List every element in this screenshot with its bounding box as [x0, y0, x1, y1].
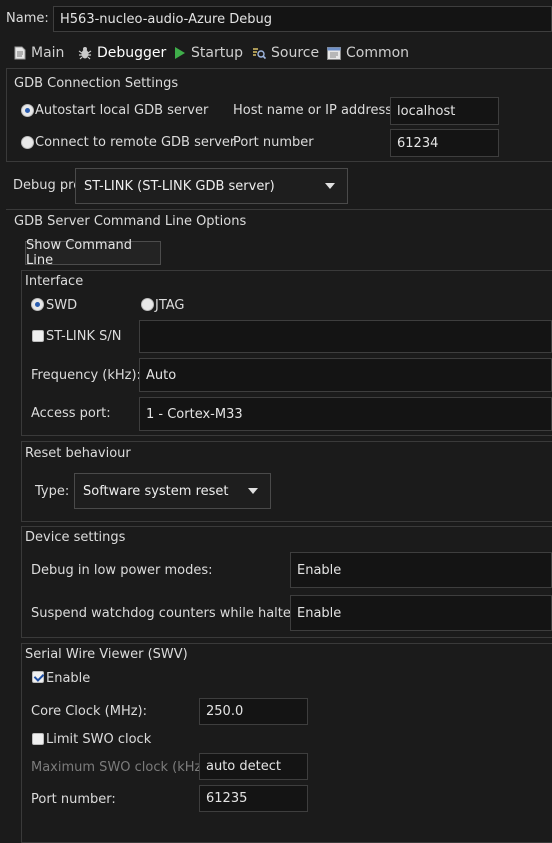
low-power-label: Debug in low power modes: — [31, 563, 213, 578]
tab-debugger-label: Debugger — [97, 45, 167, 61]
common-tab-icon — [327, 46, 341, 60]
config-name-value: H563-nucleo-audio-Azure Debug — [60, 11, 272, 27]
watchdog-field[interactable]: Enable — [290, 595, 552, 631]
swv-port-label: Port number: — [31, 792, 116, 807]
access-port-value: 1 - Cortex-M33 — [146, 406, 243, 422]
access-port-field[interactable]: 1 - Cortex-M33 — [139, 397, 552, 431]
source-lookup-icon — [253, 48, 266, 60]
chevron-down-icon — [248, 488, 258, 494]
swd-label: SWD — [46, 298, 78, 313]
port-field[interactable]: 61234 — [390, 129, 499, 157]
core-clock-value: 250.0 — [206, 704, 244, 719]
name-label: Name: — [6, 11, 49, 26]
port-label: Port number — [233, 135, 314, 150]
show-command-line-button[interactable]: Show Command Line — [25, 238, 161, 268]
interface-title: Interface — [25, 274, 84, 289]
jtag-label: JTAG — [155, 298, 185, 313]
tab-common[interactable]: Common — [327, 43, 409, 63]
stlink-sn-checkbox[interactable] — [32, 330, 44, 342]
tab-common-label: Common — [346, 45, 410, 61]
autostart-radio[interactable] — [21, 104, 34, 117]
max-swo-value: auto detect — [206, 759, 281, 774]
port-value: 61234 — [397, 135, 439, 151]
tab-startup-label: Startup — [191, 45, 243, 61]
watchdog-value: Enable — [297, 605, 342, 621]
swv-enable-label: Enable — [46, 671, 91, 686]
watchdog-label: Suspend watchdog counters while halted: — [31, 606, 304, 621]
tab-main-label: Main — [31, 45, 65, 61]
reset-title: Reset behaviour — [25, 446, 131, 461]
play-icon — [175, 47, 185, 59]
limit-swo-label: Limit SWO clock — [46, 732, 152, 747]
document-icon — [14, 46, 26, 60]
chevron-down-icon — [325, 183, 335, 189]
low-power-value: Enable — [297, 562, 342, 578]
host-value: localhost — [397, 103, 456, 119]
jtag-radio[interactable] — [141, 298, 154, 311]
max-swo-label: Maximum SWO clock (kHz): — [31, 760, 211, 775]
remote-radio[interactable] — [21, 136, 34, 149]
server-options-divider — [6, 209, 552, 210]
config-name-field[interactable]: H563-nucleo-audio-Azure Debug — [53, 6, 552, 32]
access-port-label: Access port: — [31, 406, 111, 421]
swv-title: Serial Wire Viewer (SWV) — [25, 647, 188, 662]
swd-radio[interactable] — [31, 298, 44, 311]
core-clock-field[interactable]: 250.0 — [199, 698, 308, 725]
stlink-sn-field[interactable] — [139, 320, 552, 353]
tab-debugger[interactable]: Debugger — [78, 43, 166, 63]
debug-bug-icon — [78, 47, 92, 60]
swv-enable-checkbox[interactable] — [32, 671, 44, 683]
frequency-value: Auto — [146, 367, 177, 383]
swv-port-value: 61235 — [206, 791, 248, 806]
show-command-line-label: Show Command Line — [26, 238, 133, 268]
gdb-connection-title: GDB Connection Settings — [14, 76, 179, 91]
core-clock-label: Core Clock (MHz): — [31, 704, 148, 719]
remote-label: Connect to remote GDB server — [35, 135, 236, 150]
limit-swo-checkbox[interactable] — [32, 733, 44, 745]
frequency-label: Frequency (kHz): — [31, 368, 141, 383]
server-options-title: GDB Server Command Line Options — [14, 214, 247, 229]
reset-type-select[interactable]: Software system reset — [74, 473, 271, 509]
reset-type-label: Type: — [35, 484, 70, 499]
frequency-field[interactable]: Auto — [139, 358, 552, 392]
host-field[interactable]: localhost — [390, 97, 499, 125]
reset-type-value: Software system reset — [83, 483, 229, 499]
low-power-field[interactable]: Enable — [290, 552, 552, 588]
host-label: Host name or IP address — [233, 103, 393, 118]
tab-startup[interactable]: Startup — [174, 43, 243, 63]
autostart-label: Autostart local GDB server — [35, 103, 209, 118]
device-settings-title: Device settings — [25, 530, 126, 545]
debug-probe-select[interactable]: ST-LINK (ST-LINK GDB server) — [75, 168, 348, 204]
max-swo-field[interactable]: auto detect — [199, 753, 308, 780]
stlink-sn-label: ST-LINK S/N — [46, 329, 122, 344]
tab-main[interactable]: Main — [14, 43, 64, 63]
tab-source[interactable]: Source — [252, 43, 319, 63]
tab-source-label: Source — [271, 45, 320, 61]
swv-port-field[interactable]: 61235 — [199, 785, 308, 812]
debug-probe-value: ST-LINK (ST-LINK GDB server) — [84, 178, 275, 194]
